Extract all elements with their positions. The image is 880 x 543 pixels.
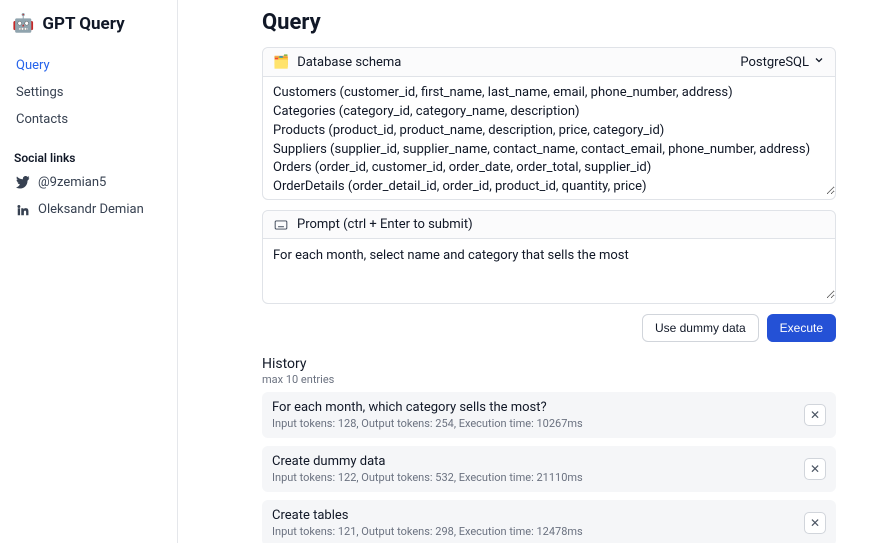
nav-item-settings[interactable]: Settings	[10, 79, 173, 106]
history-item-query: Create dummy data	[272, 454, 796, 469]
history-item[interactable]: Create dummy data Input tokens: 122, Out…	[262, 446, 836, 492]
db-select[interactable]: PostgreSQL	[740, 54, 825, 70]
nav-item-contacts[interactable]: Contacts	[10, 106, 173, 133]
history-item[interactable]: Create tables Input tokens: 121, Output …	[262, 500, 836, 543]
history-item-meta: Input tokens: 121, Output tokens: 298, E…	[272, 525, 796, 538]
social-twitter[interactable]: @9zemian5	[10, 169, 173, 196]
social-heading: Social links	[10, 147, 173, 169]
schema-textarea[interactable]	[263, 77, 835, 195]
twitter-icon	[16, 176, 30, 190]
history-delete-button[interactable]: ✕	[804, 404, 826, 426]
main-content: Query 🗂️ Database schema PostgreSQL Prom…	[178, 0, 880, 543]
history-item-meta: Input tokens: 122, Output tokens: 532, E…	[272, 471, 796, 484]
history-item[interactable]: For each month, which category sells the…	[262, 392, 836, 438]
schema-icon: 🗂️	[273, 55, 289, 70]
schema-head-label: Database schema	[297, 55, 732, 70]
close-icon: ✕	[810, 408, 820, 422]
db-select-value: PostgreSQL	[740, 55, 809, 70]
history-item-text: Create dummy data Input tokens: 122, Out…	[272, 454, 796, 484]
history-item-meta: Input tokens: 128, Output tokens: 254, E…	[272, 417, 796, 430]
page-title: Query	[262, 10, 836, 35]
social-linkedin[interactable]: Oleksandr Demian	[10, 196, 173, 223]
nav-item-query[interactable]: Query	[10, 52, 173, 79]
history-head: History max 10 entries	[262, 356, 836, 386]
history-subtitle: max 10 entries	[262, 373, 836, 386]
close-icon: ✕	[810, 516, 820, 530]
sidebar: 🤖 GPT Query Query Settings Contacts Soci…	[0, 0, 178, 543]
prompt-textarea[interactable]	[263, 239, 835, 299]
social-linkedin-label: Oleksandr Demian	[38, 202, 144, 217]
social-twitter-label: @9zemian5	[38, 175, 106, 190]
chevron-down-icon	[813, 54, 825, 70]
history-delete-button[interactable]: ✕	[804, 458, 826, 480]
linkedin-icon	[16, 203, 30, 217]
prompt-panel: Prompt (ctrl + Enter to submit)	[262, 210, 836, 304]
execute-button[interactable]: Execute	[767, 314, 836, 342]
schema-panel: 🗂️ Database schema PostgreSQL	[262, 47, 836, 200]
brand: 🤖 GPT Query	[10, 12, 173, 46]
keyboard-icon	[273, 218, 289, 232]
history-item-text: Create tables Input tokens: 121, Output …	[272, 508, 796, 538]
brand-title: GPT Query	[42, 14, 124, 34]
history-title: History	[262, 356, 836, 372]
prompt-head-label: Prompt (ctrl + Enter to submit)	[297, 217, 825, 232]
action-row: Use dummy data Execute	[262, 314, 836, 342]
history-item-query: Create tables	[272, 508, 796, 523]
prompt-panel-head: Prompt (ctrl + Enter to submit)	[263, 211, 835, 239]
use-dummy-data-button[interactable]: Use dummy data	[642, 314, 759, 342]
robot-icon: 🤖	[12, 15, 34, 33]
close-icon: ✕	[810, 462, 820, 476]
history-item-query: For each month, which category sells the…	[272, 400, 796, 415]
history-delete-button[interactable]: ✕	[804, 512, 826, 534]
schema-panel-head: 🗂️ Database schema PostgreSQL	[263, 48, 835, 77]
sidebar-nav: Query Settings Contacts	[10, 52, 173, 133]
history-item-text: For each month, which category sells the…	[272, 400, 796, 430]
